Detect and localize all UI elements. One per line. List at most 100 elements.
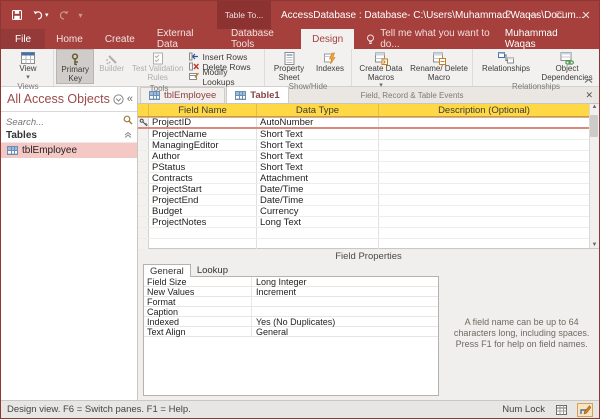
account-user-name[interactable]: Muhammad Waqas xyxy=(505,29,599,49)
maximize-button[interactable]: □ xyxy=(547,1,573,29)
primary-key-indicator[interactable] xyxy=(138,118,149,127)
collapse-ribbon-icon[interactable] xyxy=(584,78,593,84)
field-name-cell[interactable]: Author xyxy=(149,151,257,161)
property-value[interactable]: Long Integer xyxy=(252,277,438,286)
create-data-macros-button[interactable]: Create Data Macros ▾ xyxy=(354,49,408,91)
collapse-group-icon[interactable] xyxy=(124,131,132,139)
data-type-cell[interactable]: Currency xyxy=(257,206,379,216)
ribbon-tab-design[interactable]: Design xyxy=(301,29,354,49)
description-cell[interactable] xyxy=(379,162,589,172)
data-type-cell[interactable]: AutoNumber xyxy=(257,118,379,127)
builder-button[interactable]: Builder xyxy=(94,49,129,84)
shutter-bar-close-icon[interactable]: « xyxy=(127,93,133,105)
description-cell[interactable] xyxy=(379,228,589,238)
column-header-description[interactable]: Description (Optional) xyxy=(379,104,589,116)
datasheet-view-button[interactable] xyxy=(553,403,569,417)
nav-group-tables[interactable]: Tables xyxy=(1,128,137,143)
property-value[interactable]: General xyxy=(252,327,438,336)
data-type-cell[interactable]: Short Text xyxy=(257,129,379,139)
scroll-up-icon[interactable]: ▲ xyxy=(592,104,598,110)
ribbon-tab-file[interactable]: File xyxy=(1,29,45,49)
property-name[interactable]: Indexed xyxy=(144,317,252,326)
row-selector[interactable] xyxy=(138,195,149,205)
modify-lookups-button[interactable]: Modify Lookups xyxy=(189,72,259,81)
contextual-tab-group[interactable]: Table To... xyxy=(217,1,271,29)
row-selector[interactable] xyxy=(138,129,149,139)
field-name-cell[interactable]: PStatus xyxy=(149,162,257,172)
field-name-cell[interactable]: Budget xyxy=(149,206,257,216)
property-name[interactable]: Caption xyxy=(144,307,252,316)
ribbon-tab-create[interactable]: Create xyxy=(94,29,146,49)
undo-icon[interactable]: ▾ xyxy=(32,10,49,21)
description-cell[interactable] xyxy=(379,206,589,216)
data-type-cell[interactable]: Short Text xyxy=(257,140,379,150)
ribbon-tab-external-data[interactable]: External Data xyxy=(146,29,220,49)
property-value[interactable] xyxy=(252,297,438,306)
description-cell[interactable] xyxy=(379,129,589,139)
property-sheet-button[interactable]: Property Sheet xyxy=(267,49,311,82)
description-cell[interactable] xyxy=(379,118,589,127)
property-name[interactable]: Format xyxy=(144,297,252,306)
row-selector[interactable] xyxy=(138,239,149,249)
property-name[interactable]: New Values xyxy=(144,287,252,296)
field-name-cell[interactable]: ProjectName xyxy=(149,129,257,139)
data-type-cell[interactable]: Date/Time xyxy=(257,195,379,205)
data-type-cell[interactable]: Short Text xyxy=(257,151,379,161)
view-button[interactable]: View ▾ xyxy=(5,49,51,82)
help-button[interactable]: ? xyxy=(495,1,521,29)
description-cell[interactable] xyxy=(379,217,589,227)
column-header-field-name[interactable]: Field Name xyxy=(149,104,257,116)
customize-qat-icon[interactable]: ▾ xyxy=(79,11,83,20)
search-input[interactable] xyxy=(1,115,137,130)
description-cell[interactable] xyxy=(379,195,589,205)
field-name-cell[interactable]: Contracts xyxy=(149,173,257,183)
row-selector[interactable] xyxy=(138,173,149,183)
row-selector[interactable] xyxy=(138,228,149,238)
close-button[interactable]: ✕ xyxy=(573,1,599,29)
search-icon[interactable] xyxy=(123,115,133,125)
data-type-cell[interactable] xyxy=(257,239,379,249)
description-cell[interactable] xyxy=(379,140,589,150)
field-name-cell[interactable]: ManagingEditor xyxy=(149,140,257,150)
data-type-cell[interactable]: Date/Time xyxy=(257,184,379,194)
tell-me-box[interactable]: Tell me what you want to do... xyxy=(354,29,505,49)
scrollbar-thumb[interactable] xyxy=(590,115,598,137)
row-selector[interactable] xyxy=(138,217,149,227)
data-type-cell[interactable]: Short Text xyxy=(257,162,379,172)
nav-menu-icon[interactable] xyxy=(113,94,124,105)
field-name-cell[interactable]: ProjectStart xyxy=(149,184,257,194)
data-type-cell[interactable]: Long Text xyxy=(257,217,379,227)
data-type-cell[interactable]: Attachment xyxy=(257,173,379,183)
indexes-button[interactable]: Indexes xyxy=(311,49,349,82)
ribbon-tab-home[interactable]: Home xyxy=(45,29,94,49)
property-name[interactable]: Text Align xyxy=(144,327,252,336)
scroll-down-icon[interactable]: ▼ xyxy=(592,242,598,248)
close-document-icon[interactable]: ✕ xyxy=(579,90,599,101)
minimize-button[interactable]: — xyxy=(521,1,547,29)
primary-key-button[interactable]: Primary Key xyxy=(56,49,94,84)
undo-dropdown-icon[interactable]: ▾ xyxy=(45,11,49,19)
description-cell[interactable] xyxy=(379,151,589,161)
field-name-cell[interactable]: ProjectEnd xyxy=(149,195,257,205)
row-selector[interactable] xyxy=(138,162,149,172)
property-name[interactable]: Field Size xyxy=(144,277,252,286)
column-header-data-type[interactable]: Data Type xyxy=(257,104,379,116)
tab-general[interactable]: General xyxy=(143,264,191,277)
row-selector[interactable] xyxy=(138,140,149,150)
description-cell[interactable] xyxy=(379,173,589,183)
row-selector[interactable] xyxy=(138,151,149,161)
test-validation-rules-button[interactable]: Test Validation Rules xyxy=(129,49,187,84)
row-selector[interactable] xyxy=(138,206,149,216)
nav-item-tblemployee[interactable]: tblEmployee xyxy=(1,143,137,158)
redo-icon[interactable] xyxy=(58,10,70,21)
description-cell[interactable] xyxy=(379,239,589,249)
row-selector[interactable] xyxy=(138,184,149,194)
data-type-cell[interactable] xyxy=(257,228,379,238)
rename-delete-macro-button[interactable]: Rename/ Delete Macro xyxy=(408,49,470,91)
field-name-cell[interactable]: ProjectNotes xyxy=(149,217,257,227)
design-view-button[interactable] xyxy=(577,403,593,417)
field-name-cell[interactable] xyxy=(149,239,257,249)
property-value[interactable] xyxy=(252,307,438,316)
description-cell[interactable] xyxy=(379,184,589,194)
field-name-cell[interactable] xyxy=(149,228,257,238)
